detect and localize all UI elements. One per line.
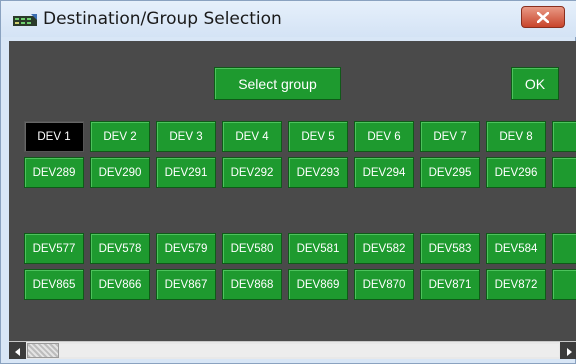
device-button[interactable]: DEV577 — [24, 233, 84, 264]
device-button[interactable]: DEV866 — [90, 269, 150, 300]
device-button[interactable]: DEV580 — [222, 233, 282, 264]
arrow-left-icon — [14, 341, 21, 360]
device-button[interactable]: DEV583 — [420, 233, 480, 264]
device-button[interactable]: DEV 6 — [354, 121, 414, 152]
close-button[interactable] — [521, 6, 565, 28]
select-group-button[interactable]: Select group — [214, 67, 341, 100]
device-button[interactable]: DEV865 — [24, 269, 84, 300]
device-button-partial[interactable] — [552, 121, 576, 152]
horizontal-scrollbar[interactable] — [9, 341, 576, 359]
arrow-right-icon — [566, 341, 572, 360]
device-button[interactable]: DEV868 — [222, 269, 282, 300]
scroll-left-button[interactable] — [9, 342, 26, 359]
window-title: Destination/Group Selection — [43, 9, 282, 29]
device-button[interactable]: DEV 1 — [24, 121, 84, 152]
device-button[interactable]: DEV 2 — [90, 121, 150, 152]
device-button-partial[interactable] — [552, 157, 576, 188]
device-button[interactable]: DEV872 — [486, 269, 546, 300]
device-button[interactable]: DEV582 — [354, 233, 414, 264]
scroll-thumb[interactable] — [27, 343, 59, 358]
device-button[interactable]: DEV 8 — [486, 121, 546, 152]
device-button[interactable]: DEV870 — [354, 269, 414, 300]
app-logo-icon — [13, 13, 37, 27]
device-button[interactable]: DEV578 — [90, 233, 150, 264]
device-button[interactable]: DEV584 — [486, 233, 546, 264]
device-button[interactable]: DEV291 — [156, 157, 216, 188]
scroll-track[interactable] — [59, 344, 559, 357]
device-button[interactable]: DEV296 — [486, 157, 546, 188]
device-panel: Select group OK DEV 1 DEV 2 DEV 3 DEV 4 DEV … — [9, 41, 576, 341]
device-button[interactable]: DEV 5 — [288, 121, 348, 152]
close-icon — [537, 11, 549, 23]
device-button-partial[interactable] — [552, 233, 576, 264]
device-button[interactable]: DEV 7 — [420, 121, 480, 152]
device-button[interactable]: DEV292 — [222, 157, 282, 188]
device-button[interactable]: DEV290 — [90, 157, 150, 188]
device-button[interactable]: DEV869 — [288, 269, 348, 300]
device-button[interactable]: DEV871 — [420, 269, 480, 300]
device-button[interactable]: DEV293 — [288, 157, 348, 188]
ok-button[interactable]: OK — [511, 67, 559, 100]
title-bar: Destination/Group Selection — [1, 1, 576, 37]
device-button[interactable]: DEV294 — [354, 157, 414, 188]
device-button[interactable]: DEV579 — [156, 233, 216, 264]
device-button[interactable]: DEV 4 — [222, 121, 282, 152]
device-button-partial[interactable] — [552, 269, 576, 300]
device-button[interactable]: DEV289 — [24, 157, 84, 188]
device-button[interactable]: DEV581 — [288, 233, 348, 264]
device-button[interactable]: DEV867 — [156, 269, 216, 300]
device-button[interactable]: DEV295 — [420, 157, 480, 188]
destination-group-window: Destination/Group Selection Select group… — [0, 0, 576, 364]
device-button[interactable]: DEV 3 — [156, 121, 216, 152]
scroll-right-button[interactable] — [560, 342, 576, 359]
